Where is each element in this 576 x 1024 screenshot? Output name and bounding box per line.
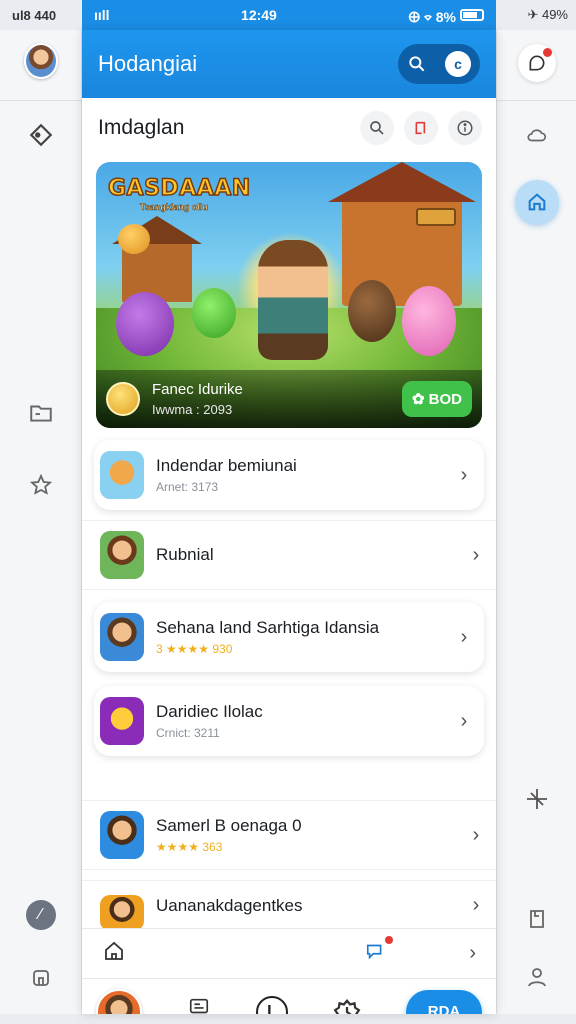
lock-icon[interactable] (24, 960, 58, 994)
nav-item-clock[interactable]: L (256, 995, 288, 1014)
status-time: 12:49 (241, 7, 277, 23)
section-tools (360, 111, 482, 145)
app-bar: Hodangiai c (82, 30, 496, 98)
explorer-character (258, 240, 328, 360)
cloud-icon[interactable] (520, 118, 554, 152)
user-icon[interactable] (520, 960, 554, 994)
home-shortcut-icon[interactable] (514, 180, 559, 224)
sub-header: Imdaglan (82, 98, 496, 158)
section-title: Imdaglan (98, 116, 185, 139)
play-button-label: BOD (428, 390, 462, 408)
notification-dot (543, 48, 552, 57)
sparkle-icon[interactable] (520, 782, 554, 816)
chevron-right-icon: › (472, 823, 480, 846)
chat-badge (385, 936, 394, 944)
list-item[interactable]: Daridiec Ilolac Crnict: 3211 › (94, 686, 484, 756)
game-logo: GASDAAAN (107, 175, 251, 202)
chevron-right-icon: › (460, 463, 468, 486)
featured-game-card[interactable]: GASDAAAN Tsangklang ollu Fanec Idurike I… (96, 162, 482, 428)
rating-stars: 3 ★★★★ 930 (156, 642, 233, 656)
list-item-title: Daridiec Ilolac (156, 702, 263, 721)
battery-icon (459, 9, 484, 21)
list-item-title: Samerl B oenaga 0 (156, 816, 302, 835)
green-monster-character (192, 288, 236, 338)
game-thumbnail (100, 613, 144, 661)
rating-stars: ★★★★ 363 (156, 840, 223, 854)
edit-icon-badge: ⁄ (25, 900, 56, 930)
folder-icon[interactable] (24, 396, 58, 430)
list-item-title: Sehana land Sarhtiga Idansia (156, 618, 380, 637)
purple-monster-character (116, 292, 174, 356)
hero-sign (416, 208, 456, 226)
rail-divider (497, 100, 576, 101)
bee-character (118, 224, 150, 254)
status-center: ııll 12:49 🜨 ⌔ 8% (82, 0, 496, 30)
pink-bear-character (402, 286, 456, 356)
profile-avatar[interactable] (96, 988, 142, 1014)
dog-character (348, 280, 396, 342)
game-thumbnail (100, 451, 144, 499)
chevron-right-icon: › (460, 625, 468, 648)
chevron-right-icon: › (460, 709, 468, 732)
info-icon[interactable] (448, 111, 482, 145)
bookmark-icon[interactable] (404, 111, 438, 145)
play-button[interactable]: ✿ BOD (402, 381, 472, 417)
status-right: ✈ 49% (527, 7, 568, 22)
chevron-right-icon[interactable]: › (469, 942, 476, 965)
list-item[interactable]: Sehana land Sarhtiga Idansia 3 ★★★★ 930 … (94, 602, 484, 672)
game-logo-sub: Tsangklang ollu (140, 202, 208, 213)
rail-divider (0, 100, 81, 101)
app-title: Hodangiai (98, 51, 198, 76)
list-item-title: Indendar bemiunai (156, 456, 297, 475)
main-panel: Hodangiai c Imdaglan GASDAAAN Tsangklang… (82, 30, 496, 1014)
hero-title: Fanec Idurike (152, 381, 243, 398)
right-rail (496, 30, 576, 1014)
primary-action-button[interactable]: RDA (406, 989, 482, 1014)
left-rail: ⁄ (0, 30, 82, 1014)
search-icon[interactable] (360, 111, 394, 145)
game-thumbnail (100, 531, 144, 579)
app-bar-actions: c (398, 44, 480, 84)
bottom-nav: coso L RDA (82, 978, 496, 1014)
list-item-title: Rubnial (156, 545, 214, 564)
game-thumbnail (100, 811, 144, 859)
list-item[interactable]: Uananakdagentkes › (82, 880, 496, 931)
tag-icon[interactable] (24, 118, 58, 152)
list-item[interactable]: Indendar bemiunai Arnet: 3173 › (94, 440, 484, 510)
list-item-meta: Crnict: 3211 (156, 726, 220, 740)
hero-subtitle: Iwwma : 2093 (152, 402, 233, 417)
edit-icon[interactable]: ⁄ (24, 898, 58, 932)
home-icon[interactable] (102, 939, 126, 968)
status-icons: 🜨 ⌔ 8% (408, 8, 456, 25)
list-item-meta: Arnet: 3173 (156, 480, 219, 494)
nav-item-friends[interactable] (332, 997, 362, 1014)
quick-actions-bar: › (82, 928, 496, 978)
search-icon[interactable] (407, 54, 427, 74)
status-bar: ul8 440 ııll 12:49 🜨 ⌔ 8% ✈ 49% (0, 0, 576, 30)
chevron-right-icon: › (472, 543, 480, 566)
game-thumbnail (100, 894, 144, 931)
signal-icon: ııll (94, 7, 110, 23)
account-button[interactable]: c (445, 51, 471, 77)
list-item[interactable]: Rubnial › (82, 520, 496, 590)
game-thumbnail (100, 697, 144, 745)
star-icon[interactable] (24, 468, 58, 502)
list-item[interactable]: Samerl B oenaga 0 ★★★★ 363 › (82, 800, 496, 870)
notification-icon[interactable] (518, 44, 556, 82)
list-item-title: Uananakdagentkes (156, 895, 303, 915)
avatar (23, 43, 58, 79)
chat-icon[interactable] (363, 936, 394, 967)
nav-item-inbox[interactable]: coso (186, 996, 212, 1014)
chevron-right-icon: › (472, 894, 480, 916)
puzzle-icon: ✿ (412, 391, 425, 408)
profile-avatar[interactable] (23, 43, 58, 79)
coin-icon (106, 382, 140, 416)
hero-info-bar: Fanec Idurike Iwwma : 2093 ✿ BOD (96, 370, 482, 428)
status-left: ul8 440 (12, 7, 57, 23)
calendar-icon[interactable] (520, 902, 554, 936)
